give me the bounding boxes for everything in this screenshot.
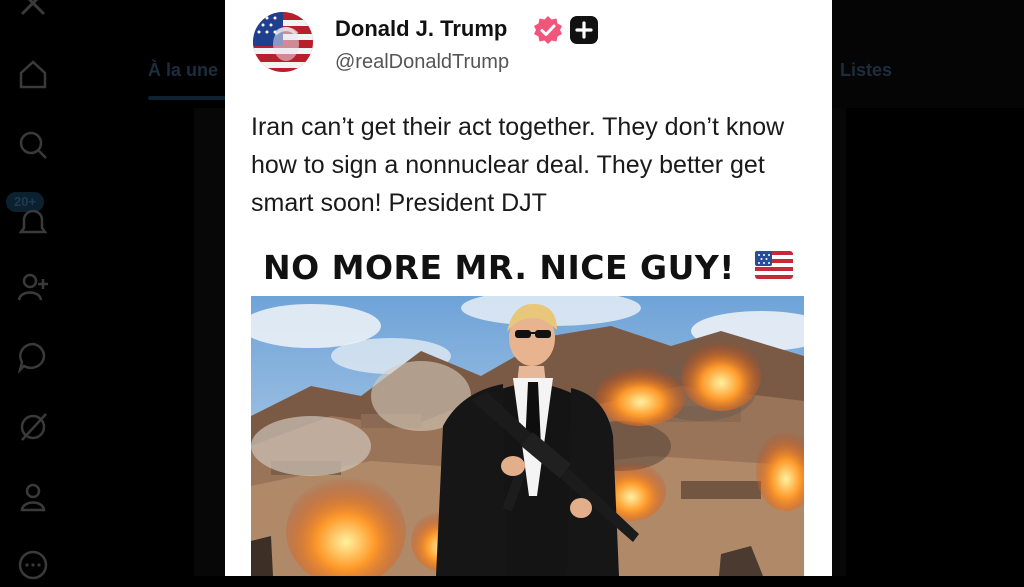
profile-icon[interactable] (16, 480, 50, 514)
background-top-bar (832, 0, 1024, 108)
slash-circle-icon[interactable] (16, 410, 50, 444)
image-headline: NO MORE MR. NICE GUY! (263, 248, 735, 287)
tab-lists[interactable]: Listes (840, 60, 892, 81)
chat-icon[interactable] (16, 340, 50, 375)
display-name[interactable]: Donald J. Trump (335, 16, 507, 42)
post-image[interactable] (251, 296, 804, 576)
home-icon[interactable] (16, 57, 50, 91)
tab-for-you[interactable]: À la une (148, 60, 218, 81)
more-icon[interactable] (16, 548, 50, 582)
us-flag-icon (755, 251, 793, 279)
avatar[interactable] (253, 12, 313, 72)
tab-active-indicator (148, 96, 226, 100)
user-handle[interactable]: @realDonaldTrump (335, 51, 509, 74)
plus-badge-icon (570, 16, 598, 44)
bell-icon[interactable] (16, 206, 50, 240)
post-text: Iran can’t get their act together. They … (251, 113, 785, 217)
post-card: Donald J. Trump @realDonaldTrump Iran ca… (225, 0, 832, 576)
x-logo-icon[interactable] (16, 0, 50, 20)
sidebar: 20+ (0, 0, 68, 580)
add-user-icon[interactable] (16, 270, 50, 304)
verified-badge-icon (533, 15, 563, 45)
search-icon[interactable] (16, 128, 50, 162)
